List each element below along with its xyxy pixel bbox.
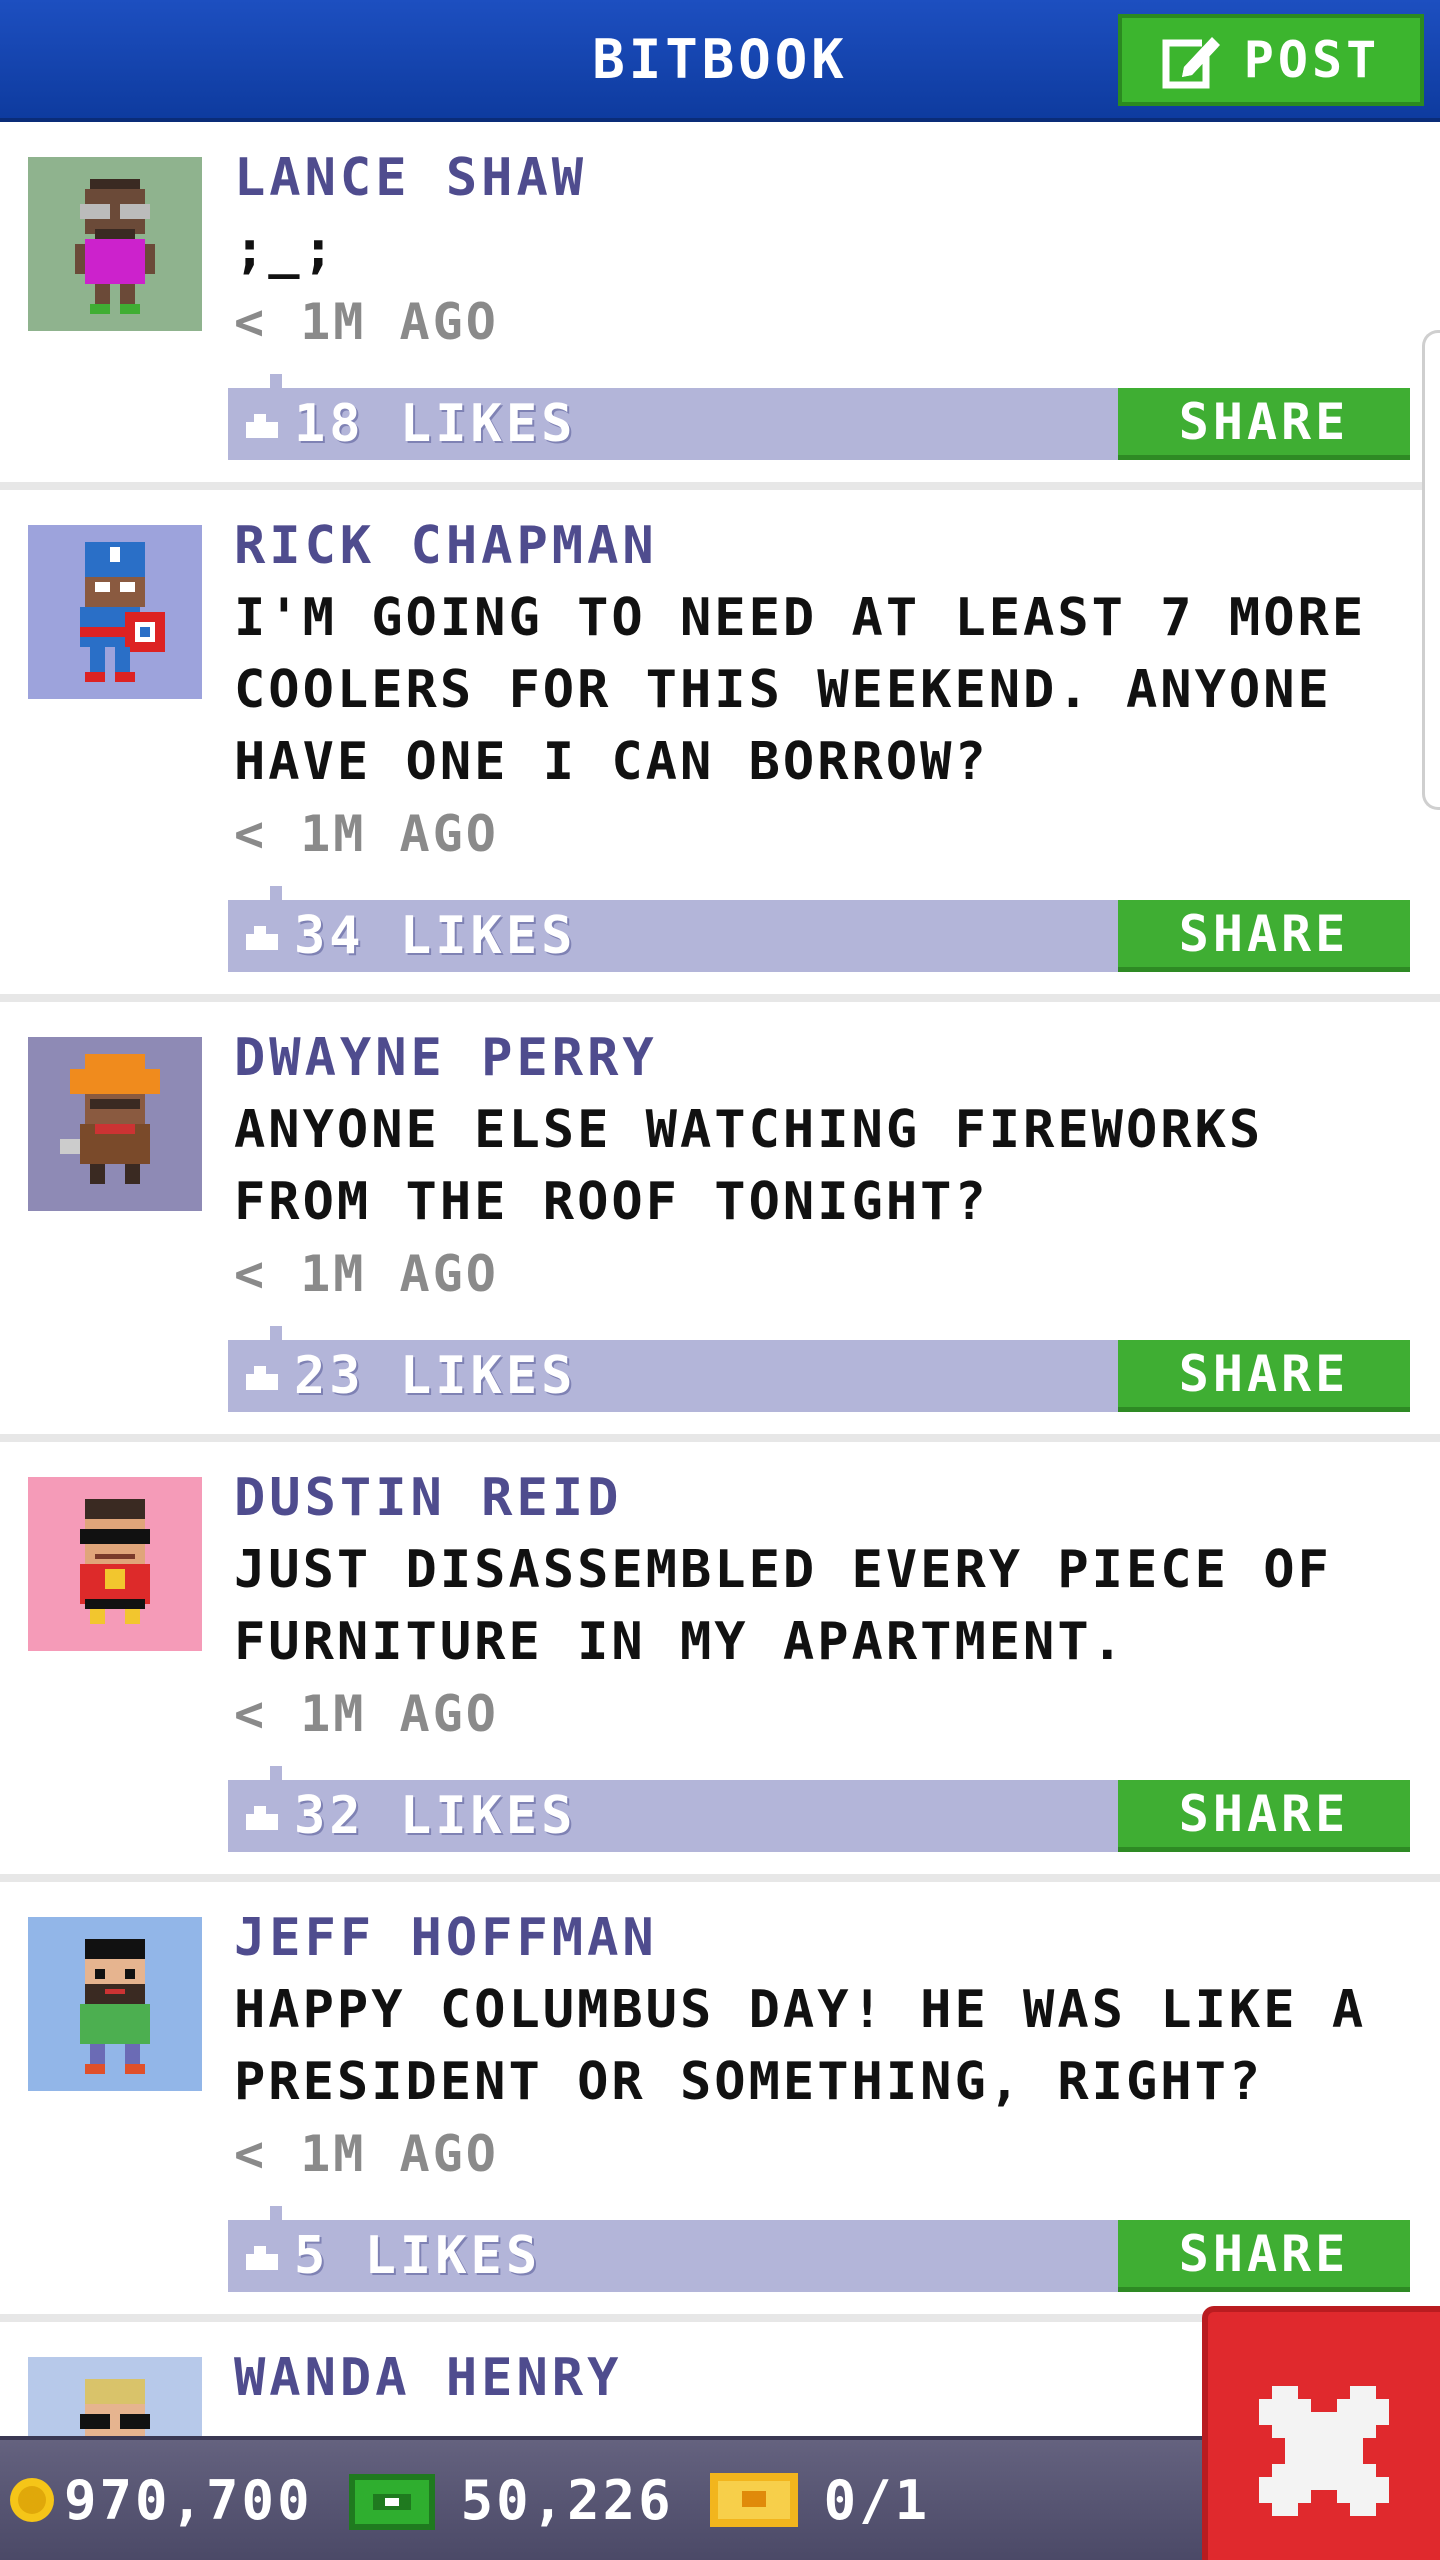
bux-count: 50,226	[460, 2468, 674, 2532]
like-count: 34 LIKES	[294, 906, 577, 966]
feed-post: DUSTIN REID JUST DISASSEMBLED EVERY PIEC…	[0, 1442, 1440, 1882]
post-author[interactable]: DUSTIN REID	[234, 1462, 1424, 1534]
post-divider	[0, 482, 1440, 490]
share-button[interactable]: SHARE	[1118, 2220, 1410, 2292]
post-author[interactable]: JEFF HOFFMAN	[234, 1902, 1424, 1974]
like-count: 5 LIKES	[294, 2226, 542, 2286]
post-divider	[0, 1874, 1440, 1882]
thumbs-up-icon	[246, 2246, 278, 2270]
avatar	[28, 1917, 202, 2091]
post-button[interactable]: POST	[1118, 14, 1424, 106]
tickets-display: 0/1	[674, 2469, 931, 2532]
post-message: ANYONE ELSE WATCHING FIREWORKS FROM THE …	[234, 1100, 1264, 1232]
share-button[interactable]: SHARE	[1118, 388, 1410, 460]
like-count: 23 LIKES	[294, 1346, 577, 1406]
edit-icon	[1162, 35, 1224, 89]
post-time: < 1M AGO	[234, 2125, 499, 2183]
avatar	[28, 157, 202, 331]
ticket-count: 0/1	[823, 2468, 931, 2532]
feed-post: LANCE SHAW ;_; < 1M AGO 18 LIKES SHARE	[0, 122, 1440, 490]
post-message: HAPPY COLUMBUS DAY! HE WAS LIKE A PRESID…	[234, 1980, 1367, 2112]
like-count: 32 LIKES	[294, 1786, 577, 1846]
share-button[interactable]: SHARE	[1118, 1340, 1410, 1412]
like-bar: 32 LIKES SHARE	[228, 1766, 1410, 1852]
side-panel-handle[interactable]	[1422, 330, 1440, 810]
post-button-label: POST	[1243, 31, 1381, 89]
post-time: < 1M AGO	[234, 1245, 499, 1303]
close-icon	[1259, 2386, 1389, 2516]
cash-icon	[348, 2474, 435, 2530]
feed-post: RICK CHAPMAN I'M GOING TO NEED AT LEAST …	[0, 490, 1440, 1002]
share-button[interactable]: SHARE	[1118, 900, 1410, 972]
ticket-icon	[709, 2473, 798, 2527]
post-message: JUST DISASSEMBLED EVERY PIECE OF FURNITU…	[234, 1540, 1332, 1672]
coin-icon	[10, 2478, 54, 2522]
post-message: I'M GOING TO NEED AT LEAST 7 MORE COOLER…	[234, 588, 1367, 792]
like-bar: 23 LIKES SHARE	[228, 1326, 1410, 1412]
post-content: DWAYNE PERRY ANYONE ELSE WATCHING FIREWO…	[234, 1022, 1424, 1310]
post-content: JEFF HOFFMAN HAPPY COLUMBUS DAY! HE WAS …	[234, 1902, 1424, 2190]
close-button[interactable]	[1202, 2306, 1440, 2560]
feed-post: JEFF HOFFMAN HAPPY COLUMBUS DAY! HE WAS …	[0, 1882, 1440, 2322]
post-author[interactable]: LANCE SHAW	[234, 142, 1424, 214]
thumbs-up-icon	[246, 414, 278, 438]
like-bar: 5 LIKES SHARE	[228, 2206, 1410, 2292]
thumbs-up-icon	[246, 1366, 278, 1390]
bux-display: 50,226	[313, 2469, 674, 2532]
post-divider	[0, 994, 1440, 1002]
like-bar: 34 LIKES SHARE	[228, 886, 1410, 972]
post-divider	[0, 1434, 1440, 1442]
post-author[interactable]: RICK CHAPMAN	[234, 510, 1424, 582]
thumbs-up-icon	[246, 926, 278, 950]
thumbs-up-icon	[246, 1806, 278, 1830]
post-content: LANCE SHAW ;_; < 1M AGO	[234, 142, 1424, 358]
share-button[interactable]: SHARE	[1118, 1780, 1410, 1852]
post-content: DUSTIN REID JUST DISASSEMBLED EVERY PIEC…	[234, 1462, 1424, 1750]
post-content: RICK CHAPMAN I'M GOING TO NEED AT LEAST …	[234, 510, 1424, 870]
feed: LANCE SHAW ;_; < 1M AGO 18 LIKES SHARE R…	[0, 122, 1440, 2531]
avatar	[28, 1477, 202, 1651]
app-header: BITBOOK POST	[0, 0, 1440, 122]
like-count: 18 LIKES	[294, 394, 577, 454]
like-bar: 18 LIKES SHARE	[228, 374, 1410, 460]
post-time: < 1M AGO	[234, 293, 499, 351]
post-time: < 1M AGO	[234, 805, 499, 863]
post-message: ;_;	[234, 220, 337, 280]
post-author[interactable]: DWAYNE PERRY	[234, 1022, 1424, 1094]
feed-post: DWAYNE PERRY ANYONE ELSE WATCHING FIREWO…	[0, 1002, 1440, 1442]
avatar	[28, 1037, 202, 1211]
coins-display: 970,700	[0, 2469, 313, 2532]
post-time: < 1M AGO	[234, 1685, 499, 1743]
coin-count: 970,700	[64, 2468, 313, 2532]
avatar	[28, 525, 202, 699]
